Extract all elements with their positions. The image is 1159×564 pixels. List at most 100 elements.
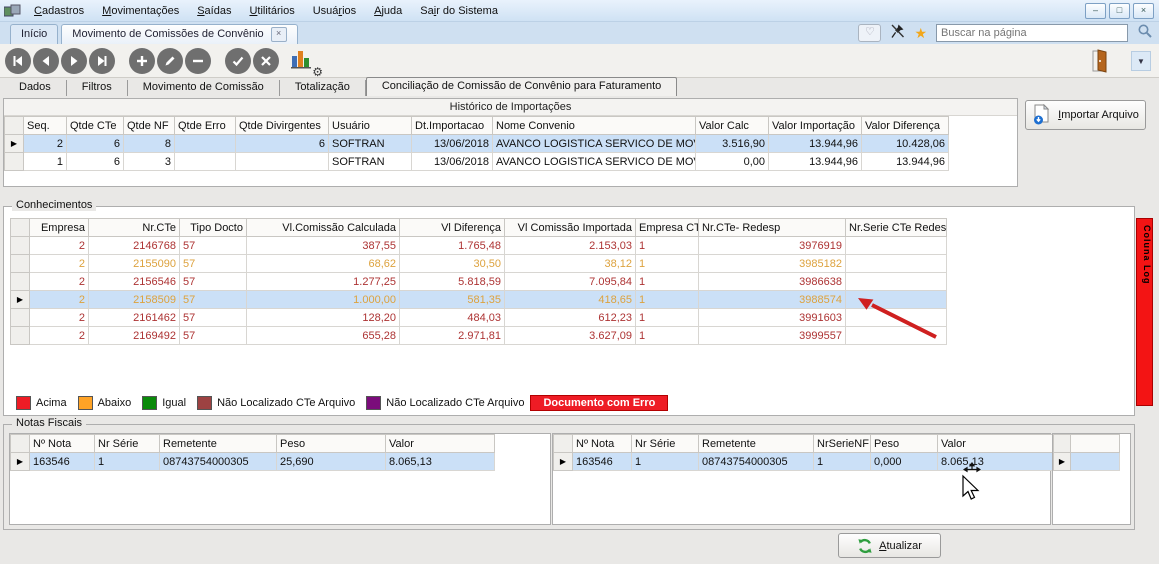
row-selector[interactable]: ▶	[11, 291, 30, 309]
insert-button[interactable]	[129, 48, 155, 74]
favorite-heart-icon[interactable]: ♡	[858, 24, 881, 42]
menu-cadastros[interactable]: Cadastros	[25, 3, 93, 19]
column-header-no-nota[interactable]: Nº Nota	[573, 435, 632, 453]
row-selector[interactable]	[11, 237, 30, 255]
table-row[interactable]: ▶16354610874375400030525,6908.065,13	[11, 453, 495, 471]
first-record-button[interactable]	[5, 48, 31, 74]
column-header-vl-comissao-calculada[interactable]: Vl.Comissão Calculada	[247, 219, 400, 237]
table-row[interactable]: ▶16354610874375400030510,0008.065,13	[554, 453, 1055, 471]
row-selector[interactable]	[11, 255, 30, 273]
column-header-empresa-cte[interactable]: Empresa CTe	[636, 219, 699, 237]
column-header-qtde-cte[interactable]: Qtde CTe	[67, 117, 124, 135]
close-button[interactable]: ×	[1133, 3, 1154, 19]
column-header-tipo-docto[interactable]: Tipo Docto	[180, 219, 247, 237]
column-header-nr-serie[interactable]: Nr Série	[95, 435, 160, 453]
column-header-dt-importacao[interactable]: Dt.Importacao	[412, 117, 493, 135]
row-selector[interactable]	[5, 153, 24, 171]
column-header-no-nota[interactable]: Nº Nota	[30, 435, 95, 453]
toolbar-dropdown-button[interactable]: ▼	[1131, 51, 1151, 71]
atualizar-button[interactable]: Atualizar	[838, 533, 941, 558]
edit-button[interactable]	[157, 48, 183, 74]
tab-movimento-de-comissao[interactable]: Movimento de Comissão	[128, 80, 280, 96]
menu-utilitarios[interactable]: Utilitários	[240, 3, 303, 19]
column-header-vl-diferenca[interactable]: Vl Diferença	[400, 219, 505, 237]
column-header-vl-comissao-importada[interactable]: Vl Comissão Importada	[505, 219, 636, 237]
menu-bar: Cadastros Movimentações Saídas Utilitári…	[0, 0, 1159, 22]
menu-ajuda[interactable]: Ajuda	[365, 3, 411, 19]
delete-button[interactable]	[185, 48, 211, 74]
table-cell: 3.516,90	[696, 135, 769, 153]
column-header-valor-diferenca[interactable]: Valor Diferença	[862, 117, 949, 135]
column-header-blank[interactable]	[1071, 435, 1120, 453]
legend-item: Não Localizado CTe Arquivo	[366, 396, 524, 410]
column-header-peso[interactable]: Peso	[277, 435, 386, 453]
star-icon[interactable]: ★	[914, 26, 927, 40]
column-header-nr-cte[interactable]: Nr.CTe	[89, 219, 180, 237]
tab-filtros[interactable]: Filtros	[67, 80, 128, 96]
menu-movimentacoes[interactable]: Movimentações	[93, 3, 188, 19]
column-header-empresa[interactable]: Empresa	[30, 219, 89, 237]
column-header-valor-importacao[interactable]: Valor Importação	[769, 117, 862, 135]
row-selector[interactable]	[11, 309, 30, 327]
minimize-button[interactable]: –	[1085, 3, 1106, 19]
column-header-remetente[interactable]: Remetente	[160, 435, 277, 453]
unpin-icon[interactable]	[890, 23, 905, 42]
table-row[interactable]: 2216949257655,282.971,813.627,0913999557	[11, 327, 947, 345]
column-header-nr-serie[interactable]: Nr Série	[632, 435, 699, 453]
column-header-valor[interactable]: Valor	[386, 435, 495, 453]
importar-arquivo-button[interactable]: Importar Arquivo	[1025, 100, 1146, 130]
row-selector[interactable]: ▶	[11, 453, 30, 471]
menu-saidas[interactable]: Saídas	[188, 3, 240, 19]
column-header-usuario[interactable]: Usuário	[329, 117, 412, 135]
column-header-nrserienf[interactable]: NrSerieNF	[814, 435, 871, 453]
row-selector[interactable]: ▶	[1054, 453, 1071, 471]
table-row[interactable]: 163SOFTRAN13/06/2018AVANCO LOGISTICA SER…	[5, 153, 949, 171]
prior-record-icon	[39, 54, 53, 68]
tab-totalizacao[interactable]: Totalização	[280, 80, 366, 96]
cancel-button[interactable]	[253, 48, 279, 74]
column-header-remetente[interactable]: Remetente	[699, 435, 814, 453]
column-header-valor-calc[interactable]: Valor Calc	[696, 117, 769, 135]
column-header-peso[interactable]: Peso	[871, 435, 938, 453]
chart-button[interactable]: ⚙	[291, 47, 321, 75]
confirm-button[interactable]	[225, 48, 251, 74]
tab-dados[interactable]: Dados	[4, 80, 67, 96]
row-selector[interactable]: ▶	[5, 135, 24, 153]
column-header-nome-convenio[interactable]: Nome Convenio	[493, 117, 696, 135]
row-selector[interactable]	[11, 327, 30, 345]
table-row[interactable]: 2216146257128,20484,03612,2313991603	[11, 309, 947, 327]
table-cell: 13.944,96	[769, 135, 862, 153]
table-row[interactable]: 22156546571.277,255.818,597.095,84139866…	[11, 273, 947, 291]
column-header-seq[interactable]: Seq.	[24, 117, 67, 135]
table-row[interactable]: 221550905768,6230,5038,1213985182	[11, 255, 947, 273]
restore-button[interactable]: □	[1109, 3, 1130, 19]
column-header-qtde-erro[interactable]: Qtde Erro	[175, 117, 236, 135]
legend-swatch	[366, 396, 381, 410]
table-row[interactable]: ▶	[1054, 453, 1120, 471]
row-selector[interactable]	[11, 273, 30, 291]
table-cell: 0,000	[871, 453, 938, 471]
column-header-valor[interactable]: Valor	[938, 435, 1055, 453]
prior-record-button[interactable]	[33, 48, 59, 74]
exit-button[interactable]	[1087, 47, 1113, 74]
close-tab-icon[interactable]: ×	[271, 27, 287, 42]
table-row[interactable]: ▶22158509571.000,00581,35418,6513988574	[11, 291, 947, 309]
row-selector[interactable]: ▶	[554, 453, 573, 471]
tab-movimento-comissoes-convenio[interactable]: Movimento de Comissões de Convênio ×	[61, 24, 297, 44]
tab-inicio[interactable]: Início	[10, 24, 58, 44]
column-header-qtde-nf[interactable]: Qtde NF	[124, 117, 175, 135]
last-record-button[interactable]	[89, 48, 115, 74]
menu-usuarios[interactable]: Usuários	[304, 3, 365, 19]
tab-conciliacao[interactable]: Conciliação de Comissão de Convênio para…	[366, 77, 677, 96]
search-input[interactable]	[936, 24, 1128, 42]
table-row[interactable]: 2214676857387,551.765,482.153,0313976919	[11, 237, 947, 255]
column-header-nr-cte-redesp[interactable]: Nr.CTe- Redesp	[699, 219, 846, 237]
refresh-icon	[857, 538, 873, 554]
coluna-log-tab[interactable]: Coluna Log	[1136, 218, 1153, 406]
search-icon[interactable]	[1137, 23, 1153, 42]
column-header-nr-serie-cte-redesp[interactable]: Nr.Serie CTe Redesp	[846, 219, 947, 237]
menu-sair-do-sistema[interactable]: Sair do Sistema	[411, 3, 507, 19]
next-record-button[interactable]	[61, 48, 87, 74]
column-header-qtde-divirgentes[interactable]: Qtde Divirgentes	[236, 117, 329, 135]
table-row[interactable]: ▶2686SOFTRAN13/06/2018AVANCO LOGISTICA S…	[5, 135, 949, 153]
